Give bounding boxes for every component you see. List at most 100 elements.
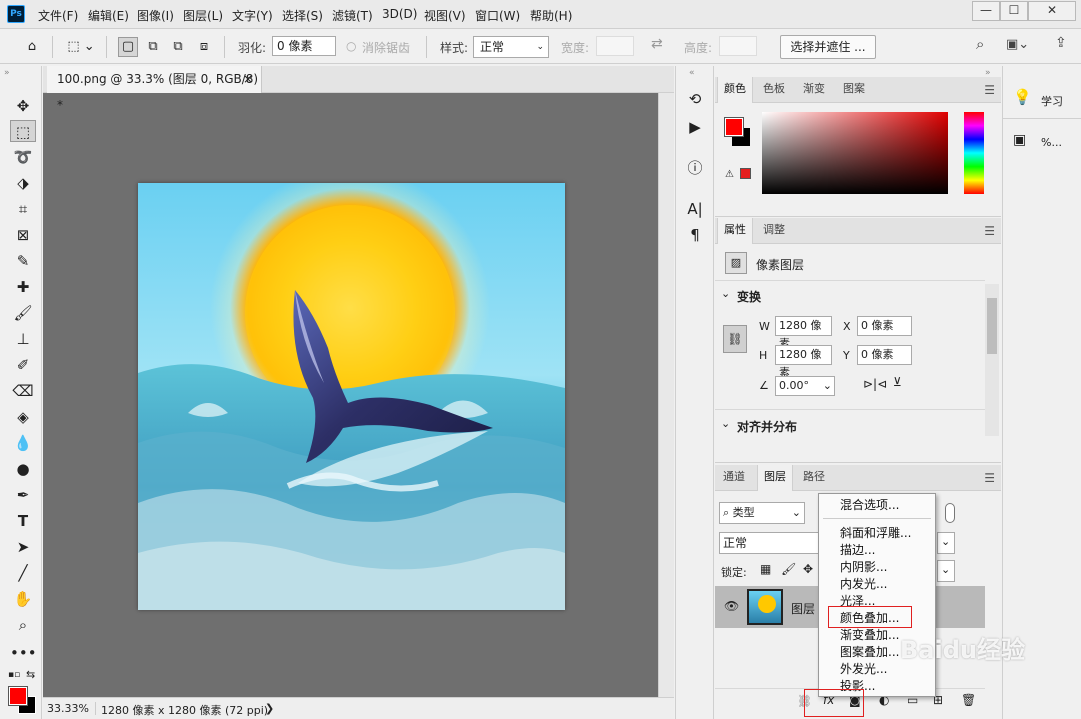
menu-help[interactable]: 帮助(H) bbox=[530, 7, 572, 24]
menu-view[interactable]: 视图(V) bbox=[424, 7, 466, 24]
delete-layer-icon[interactable]: 🗑 bbox=[961, 693, 976, 707]
menu-type[interactable]: 文字(Y) bbox=[232, 7, 273, 24]
home-icon[interactable]: ⌂ bbox=[22, 37, 42, 57]
info-icon[interactable]: ⓘ bbox=[684, 157, 706, 179]
height-input[interactable] bbox=[719, 36, 757, 56]
tab-channels[interactable]: 通道 bbox=[717, 465, 751, 491]
crop-tool-icon[interactable]: ⌗ bbox=[10, 198, 36, 220]
tab-properties[interactable]: 属性 bbox=[717, 218, 753, 244]
lock-move-icon[interactable]: ✥ bbox=[803, 562, 813, 576]
height-field[interactable]: 1280 像素 bbox=[775, 345, 832, 379]
menu-bevel-emboss[interactable]: 斜面和浮雕... bbox=[840, 525, 911, 542]
eyedropper-tool-icon[interactable]: ✎ bbox=[10, 250, 36, 272]
paragraph-icon[interactable]: ¶ bbox=[684, 224, 706, 246]
tab-close-icon[interactable]: × bbox=[243, 66, 253, 92]
width-field[interactable]: 1280 像素 bbox=[775, 316, 832, 350]
move-tool-icon[interactable]: ✥ bbox=[10, 95, 36, 117]
tab-patterns[interactable]: 图案 bbox=[837, 77, 871, 103]
paint-bucket-icon[interactable]: ◈ bbox=[10, 406, 36, 428]
minimize-button[interactable]: — bbox=[972, 1, 1000, 21]
subtract-selection-icon[interactable]: ⧉ bbox=[168, 37, 188, 57]
zoom-level[interactable]: 33.33% bbox=[47, 702, 96, 715]
type-tool-icon[interactable]: T bbox=[10, 510, 36, 532]
blend-mode-select[interactable]: 正常 bbox=[719, 532, 819, 554]
gamut-swatch[interactable] bbox=[740, 168, 751, 179]
color-fg-swatch[interactable] bbox=[724, 117, 744, 137]
feather-input[interactable]: 0 像素 bbox=[272, 36, 336, 56]
status-arrow-icon[interactable]: ❯ bbox=[265, 702, 274, 715]
lightbulb-icon[interactable]: 💡 bbox=[1013, 88, 1032, 106]
menu-gradient-overlay[interactable]: 渐变叠加... bbox=[840, 627, 899, 644]
menu-layer[interactable]: 图层(L) bbox=[183, 7, 223, 24]
link-icon[interactable]: ⛓ bbox=[723, 325, 747, 353]
menu-blending-options[interactable]: 混合选项... bbox=[840, 497, 899, 514]
tab-gradients[interactable]: 渐变 bbox=[797, 77, 831, 103]
menu-outer-glow[interactable]: 外发光... bbox=[840, 661, 887, 678]
antialias-checkbox[interactable]: ○ bbox=[346, 39, 356, 53]
zoom-tool-icon[interactable]: ⌕ bbox=[10, 614, 36, 636]
close-button[interactable]: ✕ bbox=[1028, 1, 1076, 21]
expand-icon[interactable]: « bbox=[689, 68, 695, 78]
pen-tool-icon[interactable]: ✒ bbox=[10, 484, 36, 506]
menu-file[interactable]: 文件(F) bbox=[38, 7, 78, 24]
character-icon[interactable]: A| bbox=[684, 198, 706, 220]
chevron-down-icon[interactable]: ⌄ bbox=[721, 417, 730, 430]
panel-menu-icon[interactable]: ☰ bbox=[984, 83, 995, 97]
dodge-tool-icon[interactable]: ● bbox=[10, 458, 36, 480]
tab-paths[interactable]: 路径 bbox=[797, 465, 831, 491]
swap-colors-icon[interactable]: ⇆ bbox=[26, 668, 35, 681]
share-icon[interactable]: ⇪ bbox=[1055, 35, 1067, 51]
y-field[interactable]: 0 像素 bbox=[857, 345, 912, 365]
layer-filter-select[interactable]: ⌕ 类型 ⌄ bbox=[719, 502, 805, 524]
style-select[interactable]: 正常 ⌄ bbox=[473, 36, 549, 58]
line-tool-icon[interactable]: ╱ bbox=[10, 562, 36, 584]
flip-horizontal-icon[interactable]: ⊳|⊲ bbox=[863, 377, 887, 391]
menu-stroke[interactable]: 描边... bbox=[840, 542, 875, 559]
panel-menu-icon[interactable]: ☰ bbox=[984, 224, 995, 238]
layer-name[interactable]: 图层 bbox=[791, 600, 815, 617]
properties-scrollbar[interactable] bbox=[985, 284, 999, 436]
menu-inner-shadow[interactable]: 内阴影... bbox=[840, 559, 887, 576]
menu-image[interactable]: 图像(I) bbox=[137, 7, 174, 24]
libraries-label[interactable]: %... bbox=[1041, 136, 1062, 149]
scroll-thumb[interactable] bbox=[987, 298, 997, 354]
menu-3d[interactable]: 3D(D) bbox=[382, 7, 417, 21]
visibility-eye-icon[interactable]: 👁 bbox=[724, 599, 739, 613]
stamp-tool-icon[interactable]: ⊥ bbox=[10, 328, 36, 350]
opacity-dropdown[interactable]: ⌄ bbox=[937, 532, 955, 554]
color-field[interactable] bbox=[762, 112, 948, 194]
hue-slider[interactable] bbox=[964, 112, 984, 194]
lock-transparent-icon[interactable]: ▦ bbox=[760, 562, 771, 576]
search-icon[interactable]: ⌕ bbox=[976, 35, 984, 53]
intersect-selection-icon[interactable]: ⧈ bbox=[194, 37, 214, 57]
actions-play-icon[interactable]: ▶ bbox=[684, 116, 706, 138]
menu-select[interactable]: 选择(S) bbox=[282, 7, 323, 24]
learn-label[interactable]: 学习 bbox=[1041, 93, 1063, 109]
fill-dropdown[interactable]: ⌄ bbox=[937, 560, 955, 582]
libraries-icon[interactable]: ▣ bbox=[1013, 132, 1026, 148]
lock-paint-icon[interactable]: 🖌 bbox=[781, 562, 796, 576]
swap-icon[interactable]: ⇄ bbox=[651, 36, 663, 52]
menu-inner-glow[interactable]: 内发光... bbox=[840, 576, 887, 593]
angle-field[interactable]: 0.00° ⌄ bbox=[775, 376, 835, 396]
history-brush-icon[interactable]: ✐ bbox=[10, 354, 36, 376]
menu-window[interactable]: 窗口(W) bbox=[475, 7, 520, 24]
panel-menu-icon[interactable]: ☰ bbox=[984, 471, 995, 485]
menu-edit[interactable]: 编辑(E) bbox=[88, 7, 129, 24]
collapse-icon[interactable]: » bbox=[4, 68, 10, 78]
tab-color[interactable]: 颜色 bbox=[717, 77, 753, 103]
more-tools-icon[interactable]: ••• bbox=[10, 642, 37, 664]
tab-swatches[interactable]: 色板 bbox=[757, 77, 791, 103]
history-icon[interactable]: ⟲ bbox=[684, 88, 706, 110]
healing-tool-icon[interactable]: ✚ bbox=[10, 276, 36, 298]
marquee-preset-icon[interactable]: ⬚ ⌄ bbox=[64, 37, 98, 57]
menu-pattern-overlay[interactable]: 图案叠加... bbox=[840, 644, 899, 661]
frame-tool-icon[interactable]: ⊠ bbox=[10, 224, 36, 246]
tab-adjustments[interactable]: 调整 bbox=[757, 218, 791, 244]
hand-tool-icon[interactable]: ✋ bbox=[10, 588, 36, 610]
marquee-tool-icon[interactable]: ⬚ bbox=[10, 120, 36, 142]
maximize-button[interactable]: ☐ bbox=[1000, 1, 1028, 21]
filter-toggle[interactable] bbox=[945, 503, 955, 523]
x-field[interactable]: 0 像素 bbox=[857, 316, 912, 336]
canvas-artwork[interactable] bbox=[138, 183, 565, 610]
